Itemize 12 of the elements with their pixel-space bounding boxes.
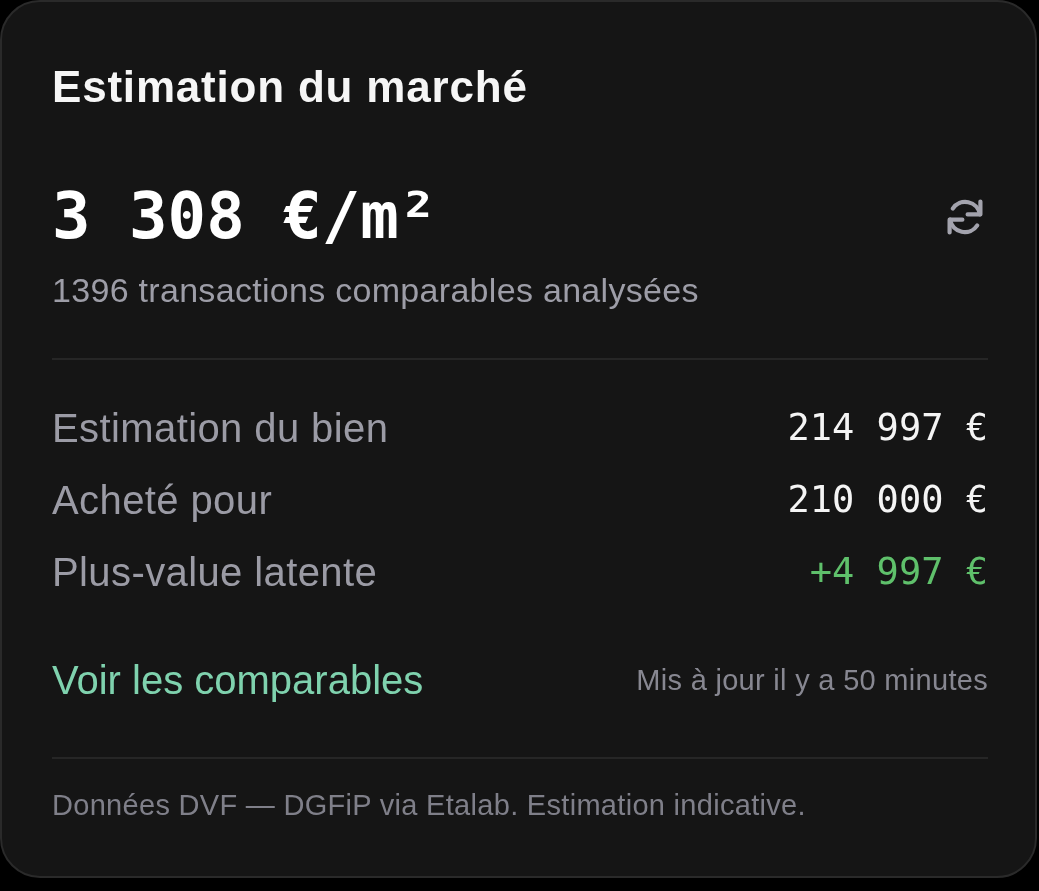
source-note: Données DVF — DGFiP via Etalab. Estimation indicative. xyxy=(52,788,807,823)
price-per-sqm: 3 308 €/m² xyxy=(52,178,438,255)
row-value: 214 997 € xyxy=(787,405,988,451)
row-label: Estimation du bien xyxy=(52,405,389,452)
card-title: Estimation du marché xyxy=(52,61,529,113)
row-value: 210 000 € xyxy=(787,477,988,523)
comparables-link[interactable]: Voir les comparables xyxy=(52,656,424,704)
updated-time: Mis à jour il y a 50 minutes xyxy=(636,663,988,698)
row-label: Plus-value latente xyxy=(52,549,378,596)
row-label: Acheté pour xyxy=(52,477,273,524)
row-value: +4 997 € xyxy=(809,549,988,595)
transactions-count: 1396 transactions comparables analysées xyxy=(52,270,700,311)
